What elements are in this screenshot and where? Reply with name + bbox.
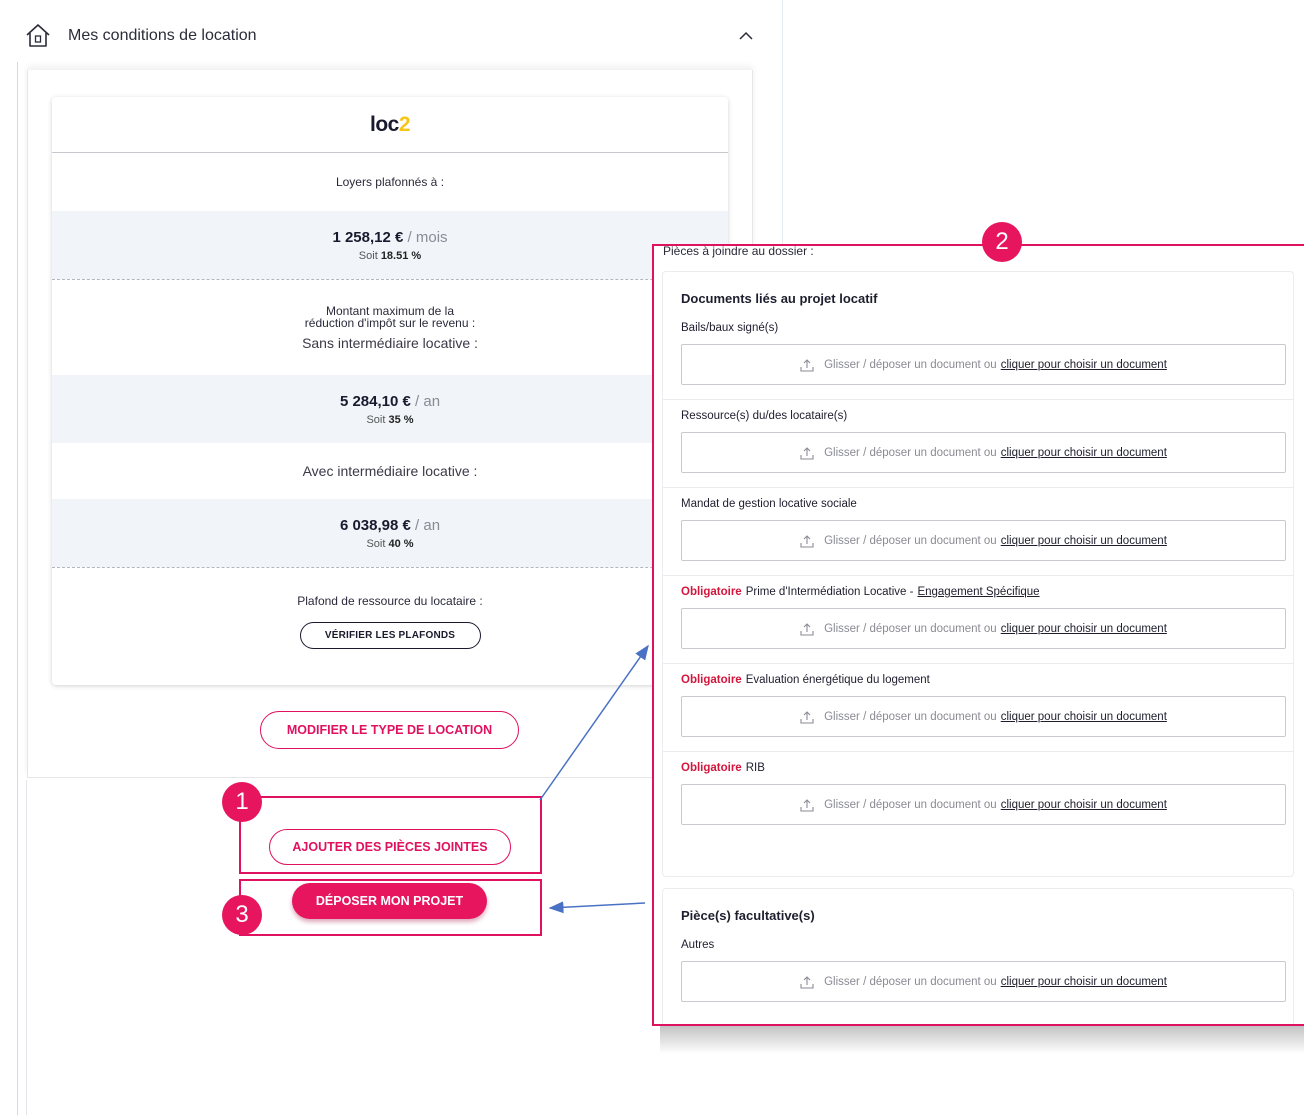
doc-label: Ressource(s) du/des locataire(s) [681,410,848,422]
dropzone-energy-evaluation[interactable]: Glisser / déposer un document ou cliquer … [681,696,1286,737]
dropzone-intermediation-premium[interactable]: Glisser / déposer un document ou cliquer … [681,608,1286,649]
optional-documents-title: Pièce(s) facultative(s) [681,908,815,923]
choose-document-link[interactable]: cliquer pour choisir un document [1001,799,1167,811]
doc-label: Autres [681,939,715,951]
doc-item-rib: Obligatoire RIB Glisser / déposer un doc… [663,752,1293,825]
optional-documents-group: Pièce(s) facultative(s) Autres Glisser /… [662,888,1294,1024]
overlay-shadow [660,1024,1304,1054]
choose-document-link[interactable]: cliquer pour choisir un document [1001,976,1167,988]
doc-item-management-mandate: Mandat de gestion locative sociale Gliss… [663,488,1293,576]
arrow-to-submit [548,901,646,914]
upload-icon [800,622,814,636]
choose-document-link[interactable]: cliquer pour choisir un document [1001,535,1167,547]
specific-commitment-link[interactable]: Engagement Spécifique [917,586,1039,598]
doc-label: Evaluation énergétique du logement [745,674,930,686]
upload-icon [800,534,814,548]
doc-item-intermediation-premium: Obligatoire Prime d'Intermédiation Locat… [663,576,1293,664]
doc-item-tenant-resources: Ressource(s) du/des locataire(s) Glisser… [663,400,1293,488]
doc-label: RIB [745,762,765,774]
upload-icon [800,975,814,989]
choose-document-link[interactable]: cliquer pour choisir un document [1001,447,1167,459]
required-tag: Obligatoire [681,674,742,686]
doc-item-others: Autres Glisser / déposer un document ou c… [663,929,1293,1002]
upload-icon [800,798,814,812]
arrow-to-attachments [539,644,649,801]
dropzone-rib[interactable]: Glisser / déposer un document ou cliquer … [681,784,1286,825]
required-tag: Obligatoire [681,586,742,598]
dropzone-management-mandate[interactable]: Glisser / déposer un document ou cliquer … [681,520,1286,561]
upload-icon [800,710,814,724]
doc-label: Mandat de gestion locative sociale [681,498,857,510]
attachments-title: Pièces à joindre au dossier : [663,244,814,258]
dropzone-leases[interactable]: Glisser / déposer un document ou cliquer … [681,344,1286,385]
choose-document-link[interactable]: cliquer pour choisir un document [1001,623,1167,635]
doc-label: Bails/baux signé(s) [681,322,779,334]
choose-document-link[interactable]: cliquer pour choisir un document [1001,711,1167,723]
project-documents-group: Documents liés au projet locatif Bails/b… [662,271,1294,877]
choose-document-link[interactable]: cliquer pour choisir un document [1001,359,1167,371]
dropzone-others[interactable]: Glisser / déposer un document ou cliquer … [681,961,1286,1002]
dropzone-tenant-resources[interactable]: Glisser / déposer un document ou cliquer … [681,432,1286,473]
doc-item-energy-evaluation: Obligatoire Evaluation énergétique du lo… [663,664,1293,752]
annotation-badge-2: 2 [982,222,1022,262]
required-tag: Obligatoire [681,762,742,774]
attachments-panel: Pièces à joindre au dossier : Documents … [652,244,1304,1026]
upload-icon [800,446,814,460]
project-documents-title: Documents liés au projet locatif [681,291,878,306]
doc-label: Prime d'Intermédiation Locative - [745,586,914,598]
doc-item-leases: Bails/baux signé(s) Glisser / déposer un… [663,312,1293,400]
upload-icon [800,358,814,372]
